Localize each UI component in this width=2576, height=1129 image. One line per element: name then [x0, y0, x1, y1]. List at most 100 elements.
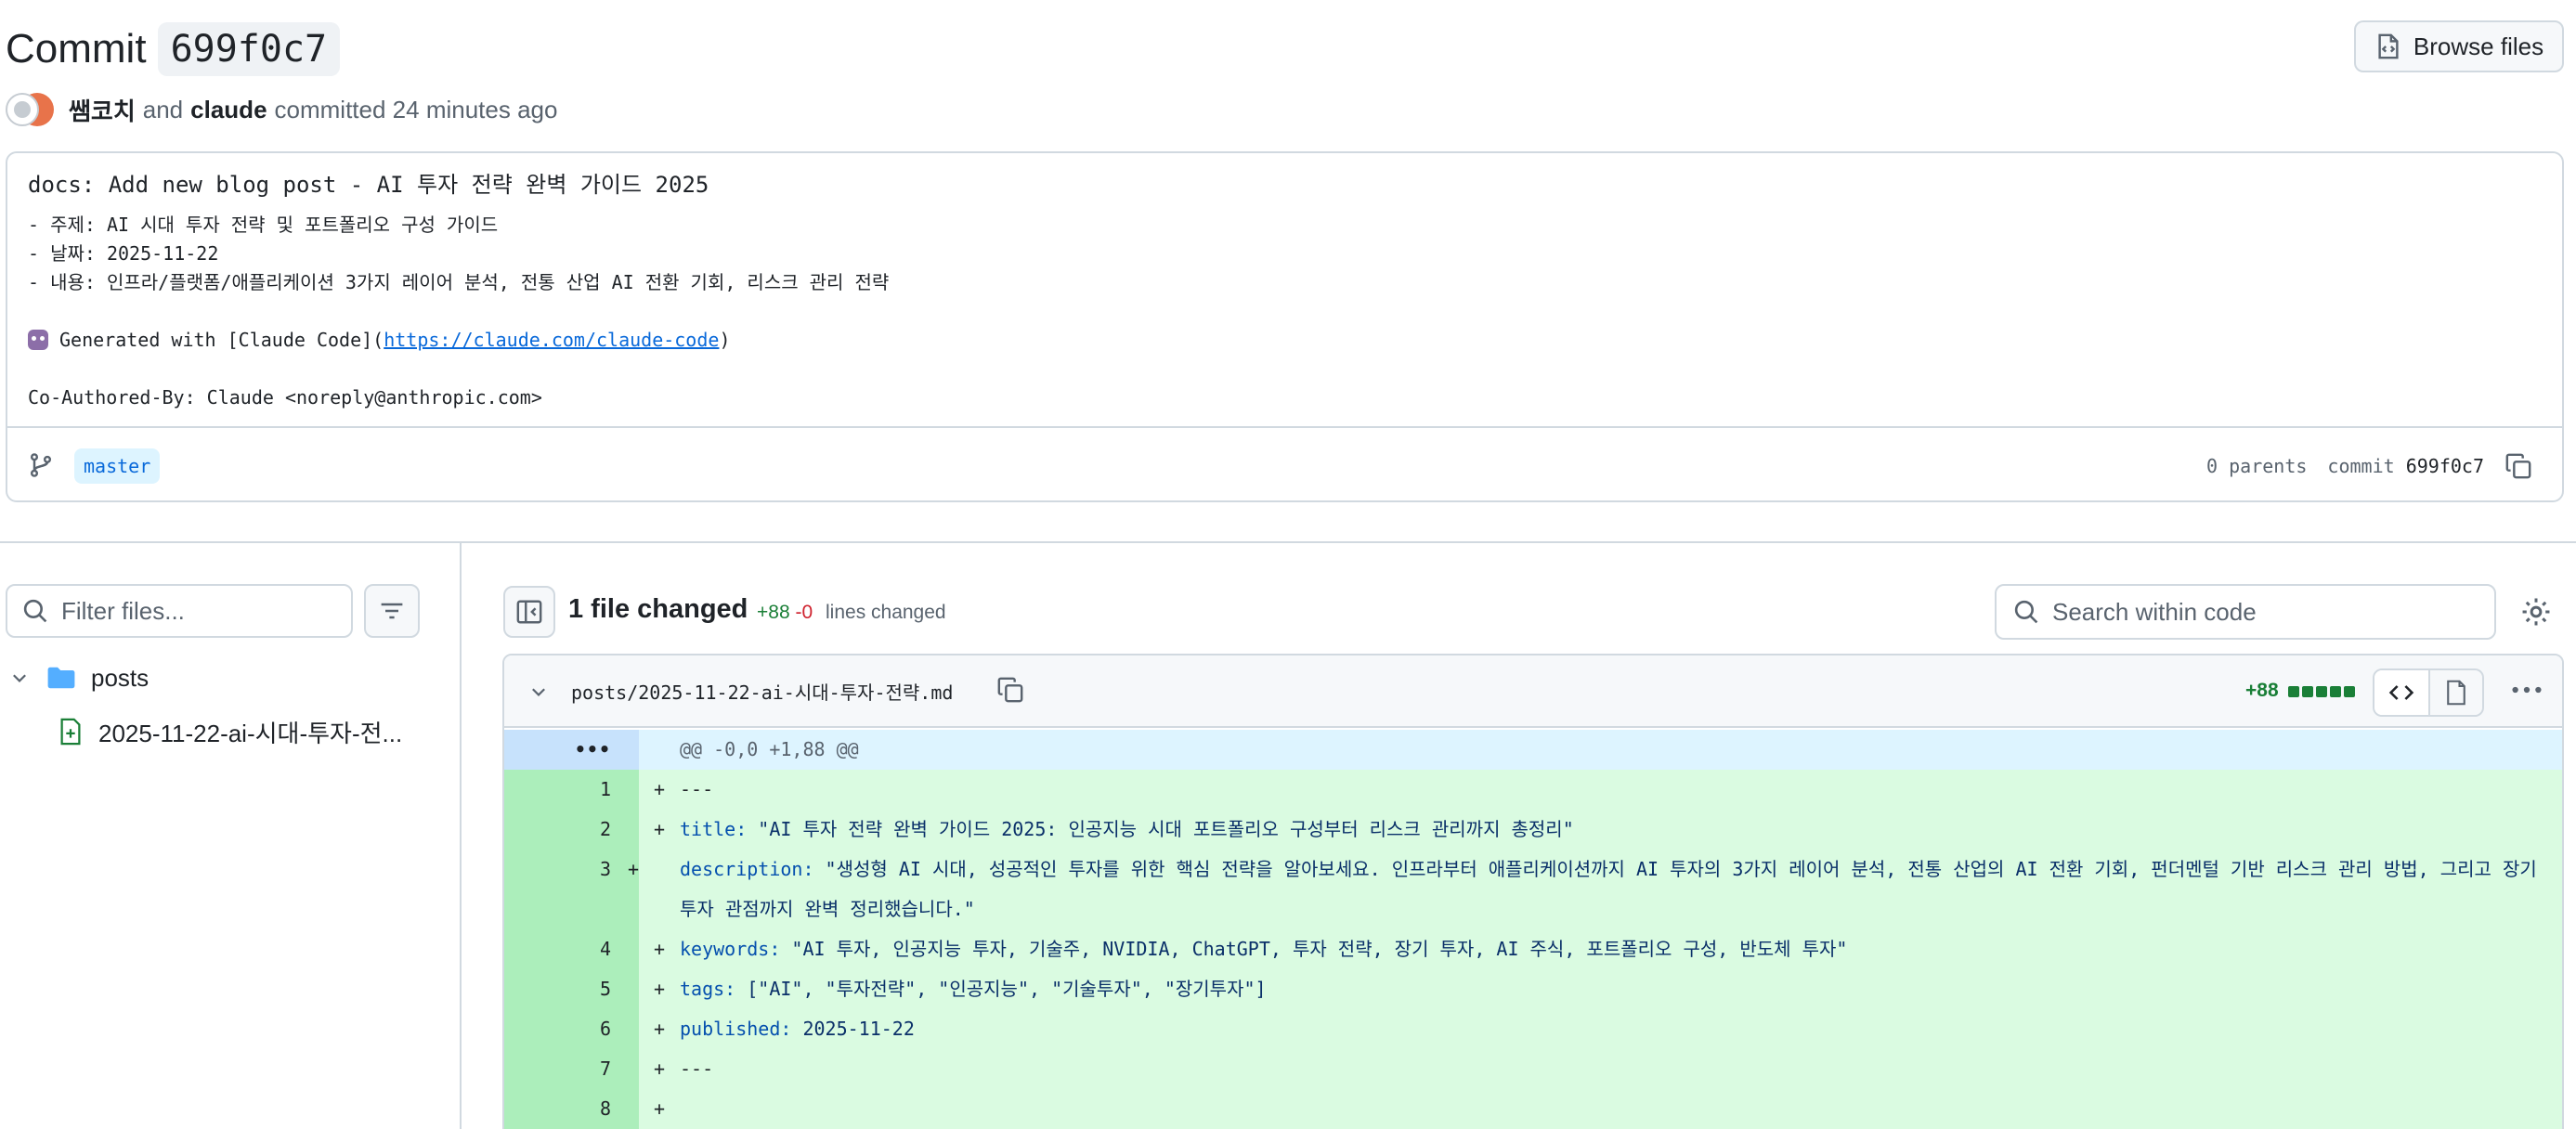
coauthor-link[interactable]: claude: [190, 96, 267, 124]
copy-icon[interactable]: [2504, 452, 2532, 480]
commit-sha-text: 699f0c7: [2405, 455, 2484, 477]
hunk-header-row: ••• @@ -0,0 +1,88 @@: [504, 730, 2562, 770]
yaml-value: ---: [680, 778, 714, 800]
added-marker: +: [628, 858, 640, 880]
hunk-header: @@ -0,0 +1,88 @@: [639, 730, 2562, 770]
diff-file-path[interactable]: posts/2025-11-22-ai-시대-투자-전략.md: [571, 678, 953, 705]
commit-label: commit: [2327, 455, 2395, 477]
avatar[interactable]: [6, 93, 39, 126]
message-line: - 내용: 인프라/플랫폼/애플리케이션 3가지 레이어 분석, 전통 산업 A…: [28, 271, 890, 293]
diff-line-code: + description: "생성형 AI 시대, 성공적인 투자를 위한 핵심…: [628, 850, 2562, 929]
yaml-value: ["AI", "투자전략", "인공지능", "기술투자", "장기투자"]: [735, 978, 1267, 1000]
commit-header: Commit 699f0c7: [6, 17, 341, 82]
line-number[interactable]: 3: [504, 850, 639, 929]
gear-icon[interactable]: [2520, 596, 2552, 628]
yaml-key: published:: [680, 1018, 792, 1040]
code-view-button[interactable]: [2374, 670, 2428, 715]
commit-message-box: docs: Add new blog post - AI 투자 전략 완벽 가이…: [6, 151, 2564, 502]
view-toggle: [2373, 668, 2484, 717]
line-number[interactable]: 6: [504, 1009, 639, 1049]
file-added-icon: [60, 718, 81, 746]
diff-line-row: 4 + keywords: "AI 투자, 인공지능 투자, 기술주, NVIDIA…: [504, 929, 2562, 969]
diff-line-row: 8 +: [504, 1089, 2562, 1129]
branch-label[interactable]: master: [74, 448, 161, 484]
added-marker: +: [654, 938, 666, 960]
yaml-key: title:: [680, 818, 748, 840]
diff-line-code: + title: "AI 투자 전략 완벽 가이드 2025: 인공지능 시대 포…: [639, 810, 2562, 850]
filter-files-placeholder: Filter files...: [61, 596, 185, 625]
diff-line-row: 3 + description: "생성형 AI 시대, 성공적인 투자를 위한 핵…: [504, 850, 2562, 929]
diff-body: ••• @@ -0,0 +1,88 @@ 1 + --- 2 + title: "AI 투…: [504, 730, 2562, 1129]
added-marker: +: [654, 1058, 666, 1080]
diffstat-block: [2330, 686, 2341, 697]
diff-file-header: posts/2025-11-22-ai-시대-투자-전략.md +88: [504, 655, 2562, 728]
expand-hunk-button[interactable]: •••: [504, 730, 639, 770]
search-within-code-input[interactable]: Search within code: [1995, 584, 2496, 640]
diff-line-code: + published: 2025-11-22: [639, 1009, 2562, 1049]
diffstat-block: [2302, 686, 2313, 697]
added-marker: +: [654, 1097, 666, 1120]
file-additions-count: +88: [2245, 680, 2279, 701]
diff-line-code: +: [639, 1089, 2562, 1129]
yaml-key: tags:: [680, 978, 736, 1000]
tree-folder-posts[interactable]: posts: [9, 659, 149, 696]
commit-sha-badge: 699f0c7: [157, 22, 341, 76]
filter-files-input[interactable]: Filter files...: [6, 584, 353, 638]
yaml-value: "생성형 AI 시대, 성공적인 투자를 위한 핵심 전략을 알아보세요. 인프…: [680, 858, 2548, 920]
line-number[interactable]: 8: [504, 1089, 639, 1129]
robot-emoji-icon: [28, 330, 48, 350]
diffstat-block: [2288, 686, 2299, 697]
diff-line-code: + keywords: "AI 투자, 인공지능 투자, 기술주, NVIDIA,…: [639, 929, 2562, 969]
claude-code-link[interactable]: https://claude.com/claude-code: [384, 329, 719, 351]
sidebar-divider[interactable]: [460, 543, 462, 1129]
file-view-button[interactable]: [2428, 670, 2482, 715]
diff-line-code: + tags: ["AI", "투자전략", "인공지능", "기술투자", "장…: [639, 969, 2562, 1009]
browse-files-button[interactable]: Browse files: [2354, 20, 2564, 72]
coauthor-line: Co-Authored-By: Claude <noreply@anthropi…: [28, 386, 542, 409]
diff-line-row: 2 + title: "AI 투자 전략 완벽 가이드 2025: 인공지능 시대 …: [504, 810, 2562, 850]
kebab-horizontal-icon[interactable]: [2510, 676, 2543, 704]
generated-suffix: ): [719, 329, 731, 351]
folder-name: posts: [91, 663, 150, 692]
additions-count: +88: [757, 602, 790, 623]
chevron-down-icon[interactable]: [528, 681, 549, 702]
line-number[interactable]: 4: [504, 929, 639, 969]
diffstat-block: [2344, 686, 2355, 697]
section-divider: [0, 541, 2576, 543]
avatar-stack[interactable]: [6, 91, 56, 128]
copy-icon[interactable]: [996, 676, 1024, 704]
tree-file-item[interactable]: 2025-11-22-ai-시대-투자-전...: [59, 713, 402, 750]
diff-line-code: + ---: [639, 770, 2562, 810]
diff-line-code: + ---: [639, 1049, 2562, 1089]
page-title: Commit: [6, 26, 147, 71]
diffstat-block: [2316, 686, 2327, 697]
sidebar-collapse-icon: [516, 600, 542, 624]
search-icon: [2014, 600, 2038, 624]
yaml-value: ---: [680, 1058, 714, 1080]
chevron-down-icon: [13, 674, 26, 682]
commit-time: committed 24 minutes ago: [274, 95, 558, 123]
line-number[interactable]: 5: [504, 969, 639, 1009]
browse-files-label: Browse files: [2413, 32, 2544, 60]
message-line: - 날짜: 2025-11-22: [28, 242, 219, 265]
parents-count: 0 parents: [2206, 455, 2308, 477]
code-icon: [2388, 685, 2414, 700]
git-branch-icon: [30, 453, 52, 477]
author-link[interactable]: 쌤코치: [69, 93, 136, 127]
search-icon: [23, 599, 47, 623]
added-marker: +: [654, 778, 666, 800]
search-within-code-placeholder: Search within code: [2052, 597, 2257, 626]
line-number[interactable]: 1: [504, 770, 639, 810]
filter-options-button[interactable]: [364, 584, 420, 638]
diff-line-row: 1 + ---: [504, 770, 2562, 810]
line-number[interactable]: 7: [504, 1049, 639, 1089]
file-name: 2025-11-22-ai-시대-투자-전...: [98, 719, 403, 747]
line-number[interactable]: 2: [504, 810, 639, 850]
collapse-sidebar-button[interactable]: [503, 586, 555, 638]
yaml-key: description:: [680, 858, 814, 880]
diff-line-row: 6 + published: 2025-11-22: [504, 1009, 2562, 1049]
authors-conjunction: and: [142, 95, 184, 123]
added-marker: +: [654, 818, 666, 840]
diff-file-panel: posts/2025-11-22-ai-시대-투자-전략.md +88 ••• …: [502, 654, 2564, 1129]
diff-line-row: 7 + ---: [504, 1049, 2562, 1089]
